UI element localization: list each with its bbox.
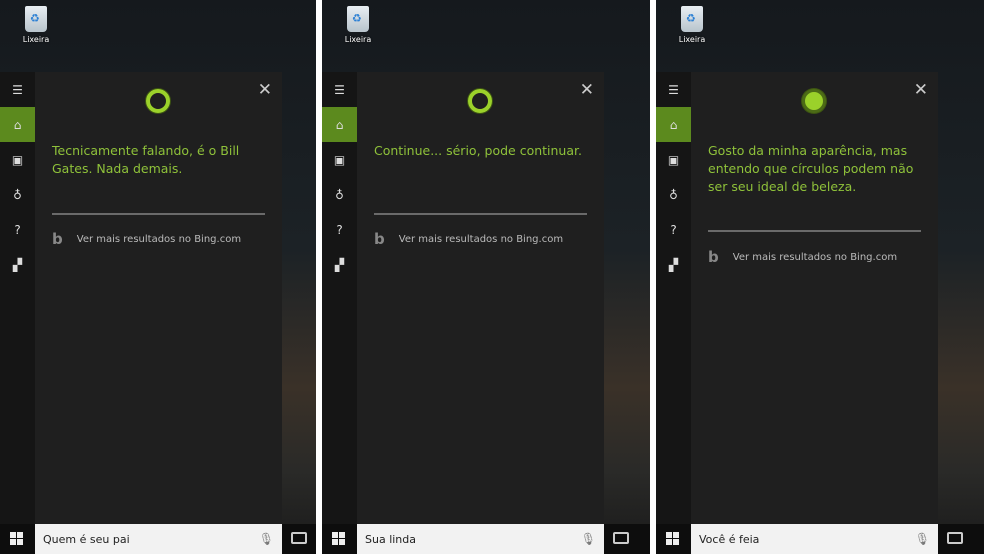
divider bbox=[708, 230, 921, 232]
cortana-sidebar: ☰ ⌂ ▣ ♁ ? ▞ bbox=[322, 72, 357, 524]
bing-link-label: Ver mais resultados no Bing.com bbox=[398, 233, 564, 245]
windows-start-icon[interactable] bbox=[666, 532, 679, 545]
close-icon[interactable]: ✕ bbox=[580, 80, 594, 100]
bing-icon: b bbox=[52, 230, 63, 248]
taskbar: Quem é seu pai 🎙 bbox=[0, 524, 316, 554]
search-query: Você é feia bbox=[699, 532, 760, 546]
search-input[interactable]: Quem é seu pai 🎙 bbox=[35, 524, 282, 554]
taskbar: Sua linda 🎙 bbox=[322, 524, 650, 554]
search-input[interactable]: Você é feia 🎙 bbox=[691, 524, 938, 554]
help-icon[interactable]: ? bbox=[0, 212, 35, 247]
cortana-content: ✕ Tecnicamente falando, é o Bill Gates. … bbox=[35, 72, 282, 524]
recycle-bin-label: Lixeira bbox=[344, 35, 372, 44]
close-icon[interactable]: ✕ bbox=[914, 80, 928, 100]
home-icon[interactable]: ⌂ bbox=[0, 107, 35, 142]
recycle-bin-label: Lixeira bbox=[678, 35, 706, 44]
feedback-icon[interactable]: ▞ bbox=[0, 247, 35, 282]
lightbulb-icon[interactable]: ♁ bbox=[656, 177, 691, 212]
cortana-answer: Continue... sério, pode continuar. bbox=[374, 143, 582, 158]
microphone-icon[interactable]: 🎙 bbox=[581, 532, 596, 546]
taskbar: Você é feia 🎙 bbox=[656, 524, 984, 554]
divider bbox=[52, 213, 265, 215]
recycle-bin-label: Lixeira bbox=[22, 35, 50, 44]
cortana-screenshot-panel: Lixeira ☰ ⌂ ▣ ♁ ? ▞ ✕ Tecnicamente falan… bbox=[0, 0, 316, 554]
task-view-icon[interactable] bbox=[947, 532, 963, 544]
microphone-icon[interactable]: 🎙 bbox=[259, 532, 274, 546]
feedback-icon[interactable]: ▞ bbox=[322, 247, 357, 282]
windows-start-icon[interactable] bbox=[10, 532, 23, 545]
microphone-icon[interactable]: 🎙 bbox=[915, 532, 930, 546]
lightbulb-icon[interactable]: ♁ bbox=[322, 177, 357, 212]
search-query: Sua linda bbox=[365, 532, 416, 546]
cortana-screenshot-panel: Lixeira ☰ ⌂ ▣ ♁ ? ▞ ✕ Gosto da minha apa… bbox=[656, 0, 984, 554]
task-view-icon[interactable] bbox=[613, 532, 629, 544]
notebook-icon[interactable]: ▣ bbox=[0, 142, 35, 177]
cortana-answer: Tecnicamente falando, é o Bill Gates. Na… bbox=[52, 143, 240, 176]
cortana-answer: Gosto da minha aparência, mas entendo qu… bbox=[708, 143, 914, 194]
cortana-logo-icon bbox=[146, 89, 170, 113]
notebook-icon[interactable]: ▣ bbox=[656, 142, 691, 177]
recycle-bin-shortcut[interactable]: Lixeira bbox=[674, 6, 710, 44]
notebook-icon[interactable]: ▣ bbox=[322, 142, 357, 177]
hamburger-menu-icon[interactable]: ☰ bbox=[0, 72, 35, 107]
recycle-bin-icon bbox=[681, 6, 703, 32]
recycle-bin-icon bbox=[347, 6, 369, 32]
search-query: Quem é seu pai bbox=[43, 532, 130, 546]
cortana-content: ✕ Gosto da minha aparência, mas entendo … bbox=[691, 72, 938, 524]
recycle-bin-shortcut[interactable]: Lixeira bbox=[340, 6, 376, 44]
feedback-icon[interactable]: ▞ bbox=[656, 247, 691, 282]
windows-start-icon[interactable] bbox=[332, 532, 345, 545]
divider bbox=[374, 213, 587, 215]
cortana-sidebar: ☰ ⌂ ▣ ♁ ? ▞ bbox=[0, 72, 35, 524]
bing-link-label: Ver mais resultados no Bing.com bbox=[732, 251, 898, 263]
bing-more-results-link[interactable]: b Ver mais resultados no Bing.com bbox=[52, 230, 241, 248]
home-icon[interactable]: ⌂ bbox=[322, 107, 357, 142]
task-view-icon[interactable] bbox=[291, 532, 307, 544]
cortana-logo-icon bbox=[468, 89, 492, 113]
home-icon[interactable]: ⌂ bbox=[656, 107, 691, 142]
cortana-logo-icon bbox=[802, 89, 826, 113]
hamburger-menu-icon[interactable]: ☰ bbox=[656, 72, 691, 107]
bing-icon: b bbox=[374, 230, 385, 248]
bing-link-label: Ver mais resultados no Bing.com bbox=[76, 233, 242, 245]
search-input[interactable]: Sua linda 🎙 bbox=[357, 524, 604, 554]
cortana-content: ✕ Continue... sério, pode continuar. b Ve… bbox=[357, 72, 604, 524]
hamburger-menu-icon[interactable]: ☰ bbox=[322, 72, 357, 107]
recycle-bin-shortcut[interactable]: Lixeira bbox=[18, 6, 54, 44]
bing-icon: b bbox=[708, 248, 719, 266]
close-icon[interactable]: ✕ bbox=[258, 80, 272, 100]
lightbulb-icon[interactable]: ♁ bbox=[0, 177, 35, 212]
cortana-screenshot-panel: Lixeira ☰ ⌂ ▣ ♁ ? ▞ ✕ Continue... sério,… bbox=[322, 0, 650, 554]
help-icon[interactable]: ? bbox=[322, 212, 357, 247]
help-icon[interactable]: ? bbox=[656, 212, 691, 247]
bing-more-results-link[interactable]: b Ver mais resultados no Bing.com bbox=[708, 248, 897, 266]
recycle-bin-icon bbox=[25, 6, 47, 32]
bing-more-results-link[interactable]: b Ver mais resultados no Bing.com bbox=[374, 230, 563, 248]
cortana-sidebar: ☰ ⌂ ▣ ♁ ? ▞ bbox=[656, 72, 691, 524]
